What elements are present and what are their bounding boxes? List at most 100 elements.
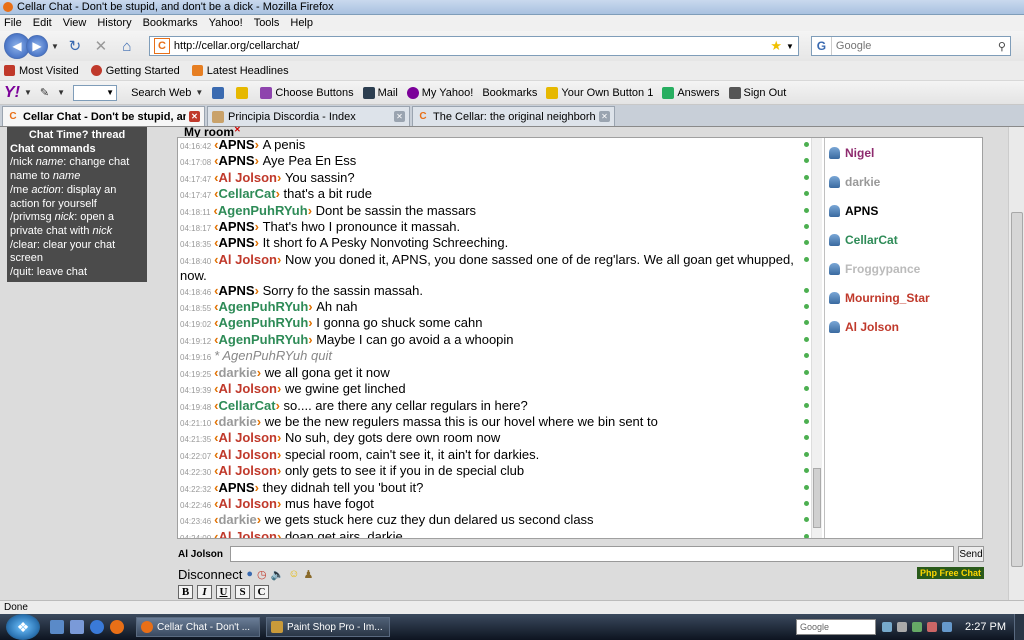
tray-app-icon[interactable] [927, 622, 938, 632]
message-nick[interactable]: APNS [218, 219, 254, 234]
search-dropdown[interactable]: ▼ [73, 84, 118, 101]
chat-thread-link[interactable]: Chat Time? thread [10, 129, 144, 143]
italic-button[interactable]: I [197, 585, 212, 599]
bookmark-latest-headlines[interactable]: Latest Headlines [191, 65, 289, 77]
tab-the-cellar[interactable]: C The Cellar: the original neighborho...… [412, 106, 615, 126]
desktop-search-box[interactable]: Google [796, 619, 877, 635]
disconnect-link[interactable]: Disconnect [178, 567, 242, 582]
user-list-item[interactable]: Mourning_Star [825, 283, 982, 312]
person-icon[interactable]: ♟ [304, 568, 314, 581]
close-tab-icon[interactable]: ✕ [394, 111, 405, 122]
tab-cellar-chat[interactable]: C Cellar Chat - Don't be stupid, and ...… [2, 106, 205, 126]
user-list-item[interactable]: Nigel [825, 138, 982, 167]
message-nick[interactable]: APNS [218, 235, 254, 250]
message-nick[interactable]: Al Jolson [218, 170, 277, 185]
switch-windows-icon[interactable] [70, 620, 84, 634]
message-nick[interactable]: AgenPuhRYuh [218, 299, 308, 314]
message-nick[interactable]: AgenPuhRYuh [218, 332, 308, 347]
message-nick[interactable]: APNS [218, 480, 254, 495]
yahoo-logo-icon[interactable]: Y! [4, 84, 20, 102]
clock-icon[interactable]: ◷ [257, 568, 267, 581]
pencil-dropdown-icon[interactable]: ▼ [57, 88, 65, 97]
message-nick[interactable]: Al Jolson [218, 463, 277, 478]
reload-icon[interactable]: ↻ [65, 36, 85, 56]
yahoo-mail-alert-button[interactable] [236, 86, 251, 99]
message-nick[interactable]: CellarCat [218, 186, 275, 201]
search-icon[interactable]: ⚲ [998, 40, 1006, 53]
message-nick[interactable]: Al Jolson [218, 381, 277, 396]
message-nick[interactable]: Al Jolson [218, 252, 277, 267]
message-nick[interactable]: AgenPuhRYuh [218, 203, 308, 218]
message-scrollbar[interactable] [811, 138, 822, 538]
network-icon[interactable] [882, 622, 893, 632]
user-list-item[interactable]: darkie [825, 167, 982, 196]
forward-button[interactable]: ▶ [26, 35, 48, 57]
menu-help[interactable]: Help [290, 17, 313, 29]
clock[interactable]: 2:27 PM [965, 621, 1006, 633]
show-desktop-icon[interactable] [50, 620, 64, 634]
show-desktop-button[interactable] [1014, 614, 1024, 640]
users-icon[interactable]: ● [246, 568, 253, 580]
yahoo-answers-button[interactable]: Answers [662, 86, 720, 99]
task-paint-shop-pro[interactable]: Paint Shop Pro - Im... [266, 617, 390, 637]
volume-icon[interactable] [897, 622, 908, 632]
firefox-icon[interactable] [110, 620, 124, 634]
bookmark-getting-started[interactable]: Getting Started [90, 65, 180, 77]
message-nick[interactable]: CellarCat [218, 398, 275, 413]
search-input[interactable] [835, 40, 998, 52]
menu-history[interactable]: History [97, 17, 131, 29]
tray-app-icon[interactable] [942, 622, 953, 632]
message-nick[interactable]: darkie [218, 414, 256, 429]
search-box[interactable]: G ⚲ [810, 36, 1011, 56]
user-list-item[interactable]: Al Jolson [825, 312, 982, 341]
room-tab[interactable]: My room✕ [180, 125, 245, 139]
menu-bookmarks[interactable]: Bookmarks [143, 17, 198, 29]
ie-icon[interactable] [90, 620, 104, 634]
smiley-icon[interactable]: ☺ [288, 568, 299, 580]
menu-file[interactable]: File [4, 17, 22, 29]
message-nick[interactable]: Al Jolson [218, 529, 277, 538]
menu-edit[interactable]: Edit [33, 17, 52, 29]
tray-app-icon[interactable] [912, 622, 923, 632]
url-dropdown-icon[interactable]: ▼ [786, 42, 794, 51]
send-button[interactable]: Send [958, 546, 984, 562]
bookmark-most-visited[interactable]: Most Visited [4, 65, 79, 77]
underline-button[interactable]: U [216, 585, 231, 599]
message-nick[interactable]: Al Jolson [218, 496, 277, 511]
user-list-item[interactable]: Froggypance [825, 254, 982, 283]
page-scrollbar-thumb[interactable] [1011, 212, 1023, 567]
yahoo-my-yahoo-button[interactable]: My Yahoo! [406, 86, 473, 99]
google-icon[interactable]: G [812, 37, 832, 55]
message-nick[interactable]: APNS [218, 153, 254, 168]
menu-tools[interactable]: Tools [254, 17, 280, 29]
php-free-chat-logo[interactable]: Php Free Chat [916, 567, 984, 579]
close-tab-icon[interactable]: ✕ [189, 111, 200, 122]
pencil-icon[interactable]: ✎ [40, 86, 49, 99]
message-nick[interactable]: Al Jolson [218, 430, 277, 445]
yahoo-menu-dropdown-icon[interactable]: ▼ [24, 88, 32, 97]
sound-icon[interactable]: 🔈 [271, 568, 285, 581]
yahoo-bookmarks-button[interactable]: Bookmarks [482, 87, 537, 99]
bold-button[interactable]: B [178, 585, 193, 599]
window-title-bar[interactable]: Cellar Chat - Don't be stupid, and don't… [0, 0, 1024, 15]
close-room-icon[interactable]: ✕ [234, 125, 241, 134]
close-tab-icon[interactable]: ✕ [599, 111, 610, 122]
home-icon[interactable]: ⌂ [117, 36, 137, 56]
yahoo-search-web-button[interactable]: Search Web ▼ [131, 87, 203, 99]
yahoo-choose-buttons[interactable]: Choose Buttons [260, 86, 354, 99]
yahoo-sign-out-button[interactable]: Sign Out [728, 86, 786, 99]
start-button[interactable]: ❖ [6, 614, 40, 640]
task-firefox[interactable]: Cellar Chat - Don't ... [136, 617, 260, 637]
user-list-item[interactable]: APNS [825, 196, 982, 225]
color-button[interactable]: C [254, 585, 269, 599]
user-list-item[interactable]: CellarCat [825, 225, 982, 254]
bookmark-star-icon[interactable]: ★ [770, 38, 782, 54]
menu-yahoo[interactable]: Yahoo! [209, 17, 243, 29]
yahoo-mail-button[interactable]: Mail [362, 86, 398, 99]
message-nick[interactable]: APNS [218, 283, 254, 298]
yahoo-own-button[interactable]: Your Own Button 1 [546, 86, 653, 99]
page-scrollbar[interactable] [1008, 127, 1024, 600]
message-nick[interactable]: Al Jolson [218, 447, 277, 462]
message-input[interactable] [230, 546, 954, 562]
message-nick[interactable]: darkie [218, 512, 256, 527]
